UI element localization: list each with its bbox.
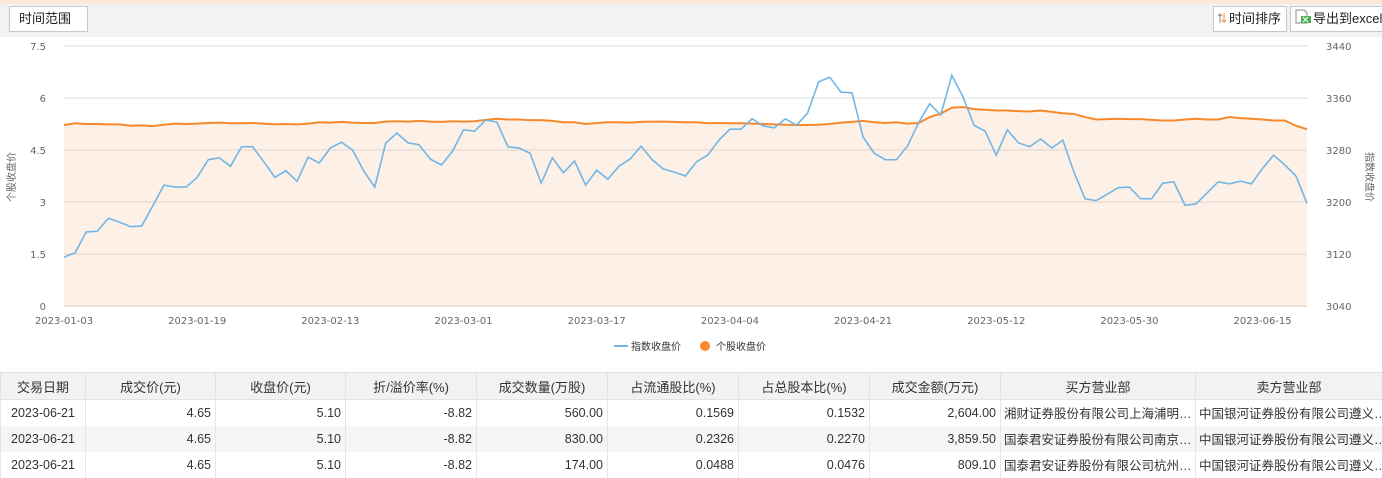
table-cell: 0.0488: [608, 452, 739, 478]
export-excel-button[interactable]: 导出到excel: [1290, 6, 1382, 32]
excel-file-icon: [1295, 8, 1311, 32]
table-cell: 湘财证券股份有限公司上海浦明…: [1001, 400, 1196, 426]
left-tick-label: 0: [40, 302, 46, 313]
column-header[interactable]: 折/溢价率(%): [346, 373, 477, 400]
table-cell: 0.0476: [739, 452, 870, 478]
table-cell: 2023-06-21: [1, 400, 86, 426]
table-row[interactable]: 2023-06-214.655.10-8.82174.000.04880.047…: [1, 452, 1382, 478]
left-tick-label: 6: [40, 94, 46, 105]
right-tick-label: 3360: [1326, 94, 1351, 105]
table-cell: -8.82: [346, 400, 477, 426]
table-cell: 4.65: [86, 452, 216, 478]
column-header[interactable]: 买方营业部: [1001, 373, 1196, 400]
right-tick-label: 3280: [1326, 146, 1351, 157]
sort-arrows-icon: [1218, 8, 1227, 32]
right-tick-label: 3200: [1326, 198, 1351, 209]
column-header[interactable]: 交易日期: [1, 373, 86, 400]
table-cell: 560.00: [477, 400, 608, 426]
left-tick-label: 3: [40, 198, 46, 209]
column-header[interactable]: 占总股本比(%): [739, 373, 870, 400]
right-tick-label: 3120: [1326, 250, 1351, 261]
table-cell: 4.65: [86, 400, 216, 426]
x-tick-label: 2023-01-03: [35, 316, 93, 327]
column-header[interactable]: 成交价(元): [86, 373, 216, 400]
table-cell: 3,859.50: [870, 426, 1001, 452]
table-cell: -8.82: [346, 426, 477, 452]
x-tick-label: 2023-04-21: [834, 316, 892, 327]
legend-index-label[interactable]: 指数收盘价: [631, 340, 681, 353]
x-tick-label: 2023-01-19: [168, 316, 226, 327]
table-cell: 2,604.00: [870, 400, 1001, 426]
table-cell: 809.10: [870, 452, 1001, 478]
table-row[interactable]: 2023-06-214.655.10-8.82560.000.15690.153…: [1, 400, 1382, 426]
table-row[interactable]: 2023-06-214.655.10-8.82830.000.23260.227…: [1, 426, 1382, 452]
time-sort-button[interactable]: 时间排序: [1213, 6, 1287, 32]
stock-close-area: [64, 107, 1307, 306]
column-header[interactable]: 卖方营业部: [1196, 373, 1382, 400]
x-tick-label: 2023-05-12: [967, 316, 1025, 327]
table-cell: 2023-06-21: [1, 452, 86, 478]
column-header[interactable]: 占流通股比(%): [608, 373, 739, 400]
block-trade-table: 交易日期成交价(元)收盘价(元)折/溢价率(%)成交数量(万股)占流通股比(%)…: [0, 372, 1382, 478]
table-cell: -8.82: [346, 452, 477, 478]
x-tick-label: 2023-02-13: [301, 316, 359, 327]
x-tick-label: 2023-03-17: [568, 316, 626, 327]
table-cell: 中国银河证券股份有限公司遵义…: [1196, 426, 1382, 452]
table-cell: 0.2270: [739, 426, 870, 452]
left-tick-label: 7.5: [30, 42, 46, 53]
right-tick-label: 3040: [1326, 302, 1351, 313]
table-cell: 国泰君安证券股份有限公司杭州…: [1001, 452, 1196, 478]
table-cell: 国泰君安证券股份有限公司南京…: [1001, 426, 1196, 452]
x-tick-label: 2023-06-15: [1234, 316, 1292, 327]
table-cell: 830.00: [477, 426, 608, 452]
x-tick-label: 2023-05-30: [1100, 316, 1158, 327]
left-axis-label: 个股收盘价: [5, 152, 18, 202]
right-axis-label: 指数收盘价: [1363, 152, 1376, 202]
table-cell: 2023-06-21: [1, 426, 86, 452]
x-tick-label: 2023-04-04: [701, 316, 759, 327]
column-header[interactable]: 成交金额(万元): [870, 373, 1001, 400]
table-cell: 5.10: [216, 400, 346, 426]
legend-stock-dot-icon[interactable]: [700, 341, 710, 351]
table-cell: 0.1569: [608, 400, 739, 426]
x-tick-label: 2023-03-01: [434, 316, 492, 327]
table-cell: 0.1532: [739, 400, 870, 426]
table-cell: 中国银河证券股份有限公司遵义…: [1196, 400, 1382, 426]
toolbar: 时间范围 时间排序 导出到excel: [0, 4, 1382, 37]
right-tick-label: 3440: [1326, 42, 1351, 53]
left-tick-label: 1.5: [30, 250, 46, 261]
table-cell: 中国银河证券股份有限公司遵义…: [1196, 452, 1382, 478]
time-range-button[interactable]: 时间范围: [9, 6, 88, 32]
legend-stock-label[interactable]: 个股收盘价: [716, 340, 766, 353]
table-header-row: 交易日期成交价(元)收盘价(元)折/溢价率(%)成交数量(万股)占流通股比(%)…: [1, 373, 1382, 400]
column-header[interactable]: 成交数量(万股): [477, 373, 608, 400]
table-cell: 5.10: [216, 452, 346, 478]
table-cell: 0.2326: [608, 426, 739, 452]
price-chart: 0 3040 1.5 3120 3 3200 4.5 3280 6 3360 7.5 3440 个股收盘…: [0, 37, 1382, 372]
table-cell: 5.10: [216, 426, 346, 452]
export-excel-label: 导出到excel: [1313, 11, 1382, 26]
table-cell: 174.00: [477, 452, 608, 478]
column-header[interactable]: 收盘价(元): [216, 373, 346, 400]
time-sort-label: 时间排序: [1229, 11, 1281, 26]
table-cell: 4.65: [86, 426, 216, 452]
left-tick-label: 4.5: [30, 146, 46, 157]
